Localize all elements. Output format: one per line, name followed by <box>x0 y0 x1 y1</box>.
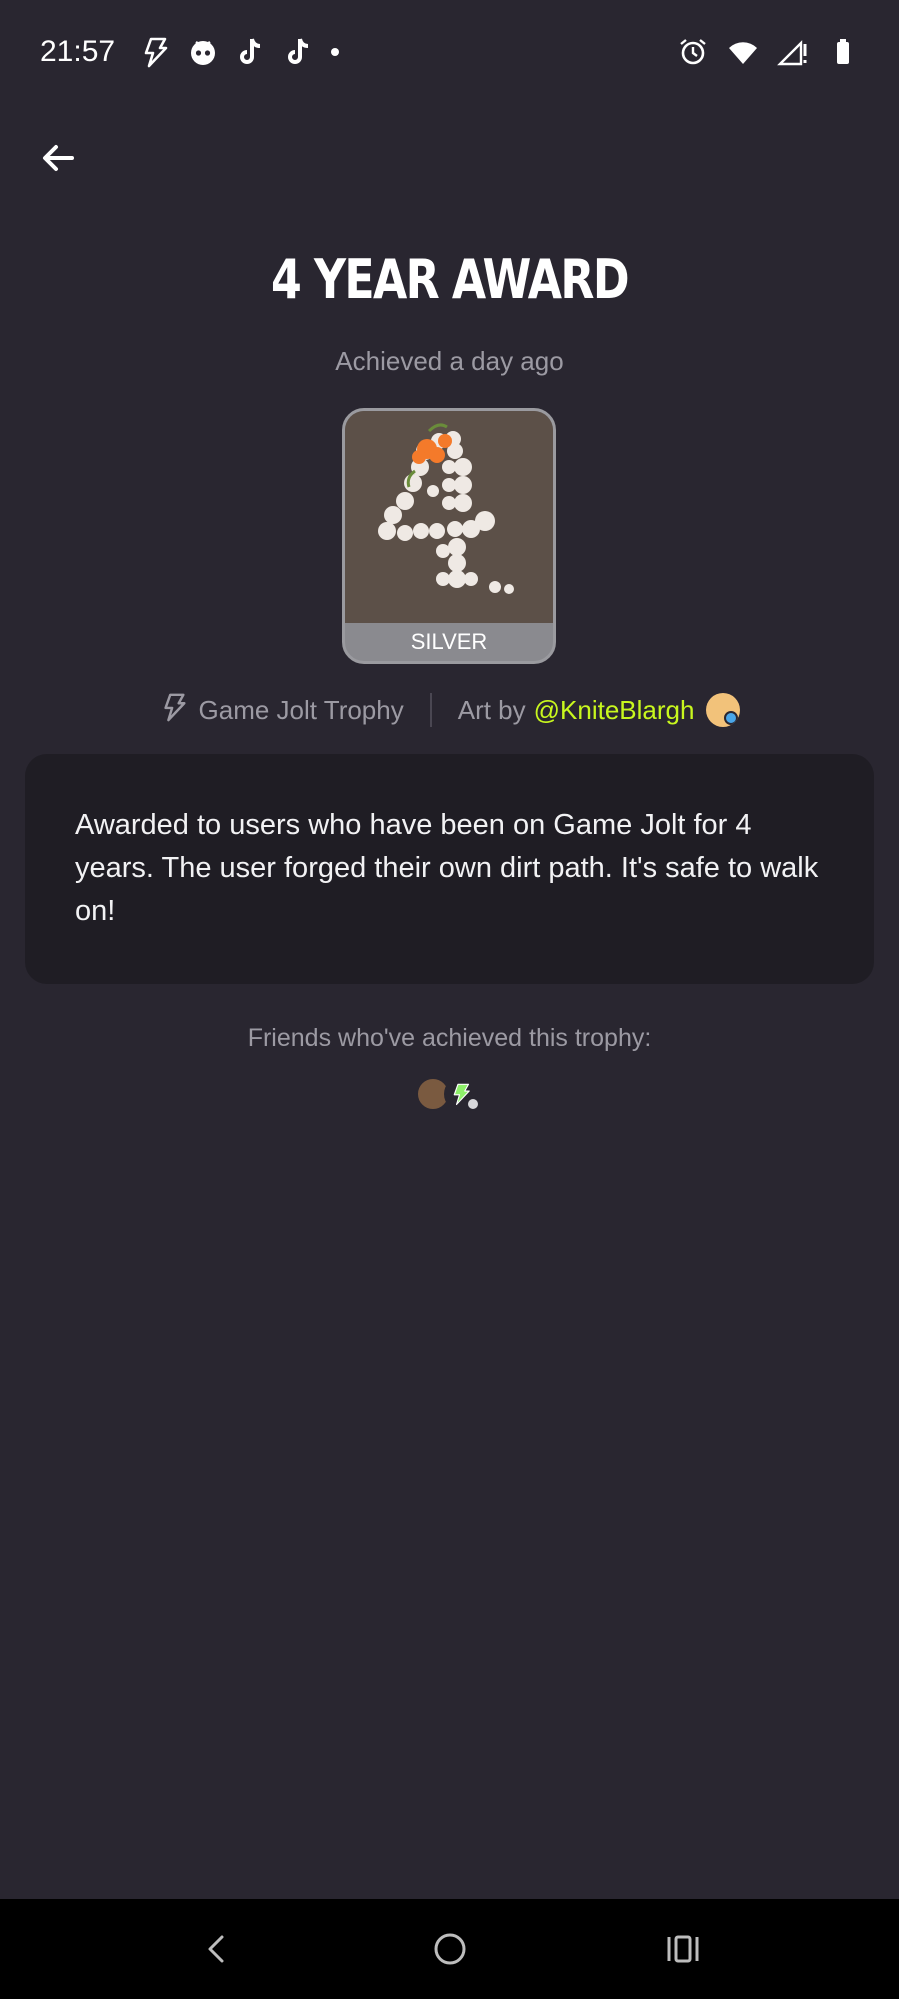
signal-icon <box>777 36 809 68</box>
description-card: Awarded to users who have been on Game J… <box>25 754 874 984</box>
wifi-icon <box>727 36 759 68</box>
trophy-image <box>345 411 553 623</box>
nav-back-icon <box>208 1935 223 1963</box>
game-jolt-icon <box>159 692 189 729</box>
screen: 21:57 4 YEAR AWARD Achieved a day ago SI… <box>0 0 899 1999</box>
page-title: 4 YEAR AWARD <box>271 248 630 311</box>
trophy-thumbnail: SILVER <box>342 408 556 664</box>
artist-link[interactable]: @KniteBlargh <box>534 695 695 726</box>
achieved-date: Achieved a day ago <box>335 346 564 376</box>
nav-home-button[interactable] <box>410 1909 490 1989</box>
meta-divider <box>429 693 432 727</box>
tiktok-icon <box>283 36 315 68</box>
nav-recents-icon <box>667 1935 698 1963</box>
back-arrow-icon <box>43 145 74 171</box>
verified-badge-icon <box>466 1097 480 1111</box>
trophy-tier-label: SILVER <box>410 629 488 654</box>
discord-icon <box>187 36 219 68</box>
game-jolt-icon <box>139 36 171 68</box>
nav-home-icon <box>434 1933 465 1965</box>
nav-recents-button[interactable] <box>643 1909 723 1989</box>
artist-avatar[interactable] <box>706 693 741 727</box>
status-right <box>677 36 859 68</box>
nav-back-button[interactable] <box>177 1909 257 1989</box>
status-left: 21:57 <box>40 35 340 69</box>
battery-icon <box>827 36 859 68</box>
status-time: 21:57 <box>40 35 116 68</box>
status-bar: 21:57 <box>0 0 899 104</box>
trophy-source-label: Game Jolt Trophy <box>198 694 404 725</box>
art-by-label: Art by <box>457 694 526 725</box>
game-jolt-avatar[interactable] <box>444 1077 480 1111</box>
alarm-icon <box>677 36 709 68</box>
notification-dot-icon <box>331 48 340 56</box>
trophy-meta-row: Game Jolt Trophy Art by @KniteBlargh <box>0 690 899 730</box>
back-button[interactable] <box>30 130 86 186</box>
tiktok-icon <box>235 36 267 68</box>
friends-label: Friends who've achieved this trophy: <box>247 1024 652 1052</box>
system-nav-bar <box>0 1899 899 1999</box>
trophy-description: Awarded to users who have been on Game J… <box>75 809 819 927</box>
friend-avatars <box>416 1074 480 1114</box>
